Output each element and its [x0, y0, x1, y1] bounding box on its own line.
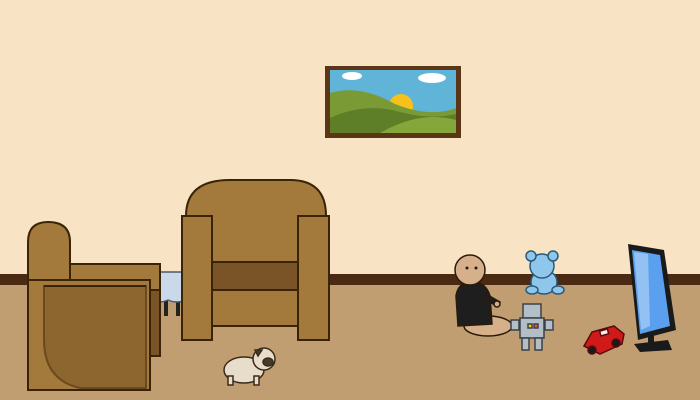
armchair-right[interactable] — [181, 179, 330, 341]
wall-painting[interactable] — [325, 66, 461, 138]
living-room-scene — [0, 0, 700, 400]
room-canvas — [0, 0, 700, 400]
